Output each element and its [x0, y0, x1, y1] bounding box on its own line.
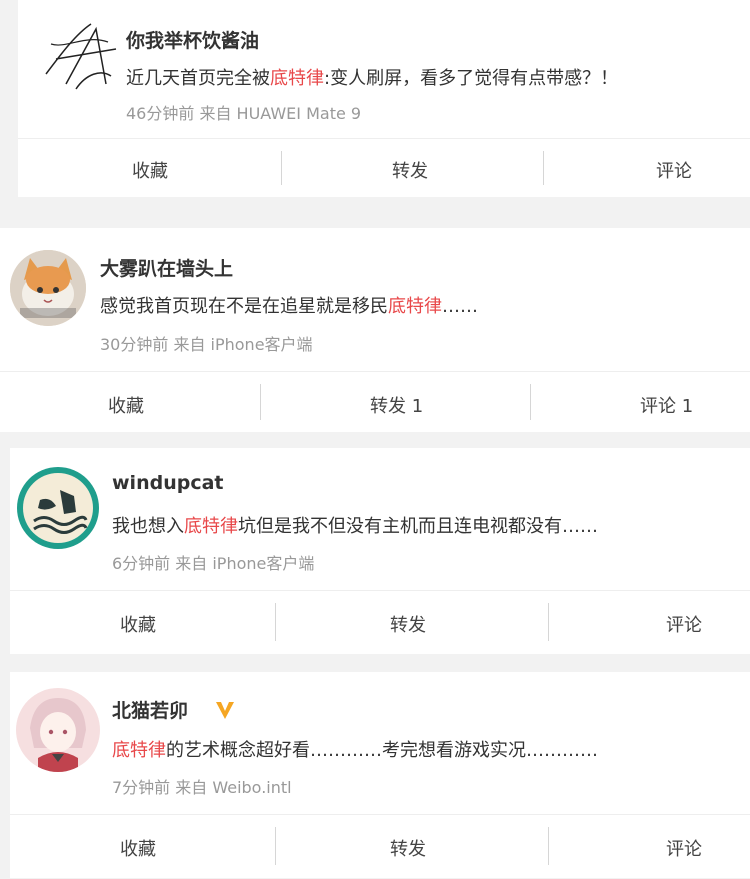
divider: [530, 384, 531, 420]
divider: [260, 384, 261, 420]
text-segment: 的艺术概念超好看…………考完想看游戏实况…………: [166, 740, 598, 761]
anime-girl-avatar-icon: [16, 688, 100, 772]
post-meta: 46分钟前 来自 HUAWEI Mate 9: [126, 104, 362, 123]
topic-link[interactable]: 底特律: [270, 68, 324, 89]
divider: [275, 603, 276, 641]
post-text: 底特律的艺术概念超好看…………考完想看游戏实况…………: [112, 736, 598, 762]
topic-link[interactable]: 底特律: [112, 740, 166, 761]
divider: [275, 827, 276, 865]
avatar[interactable]: [16, 688, 100, 772]
action-bar: 收藏 转发 评论: [10, 590, 750, 655]
text-segment: :变人刷屏，看多了觉得有点带感？！: [324, 68, 619, 89]
avatar[interactable]: [16, 466, 100, 550]
topic-link[interactable]: 底特律: [184, 516, 238, 537]
topic-link[interactable]: 底特律: [388, 296, 442, 317]
comment-button[interactable]: 评论: [656, 157, 692, 183]
forward-button[interactable]: 转发: [390, 611, 426, 637]
post-meta: 30分钟前 来自 iPhone客户端: [100, 335, 313, 354]
divider: [281, 151, 282, 185]
username[interactable]: 你我举杯饮酱油: [126, 26, 259, 53]
username[interactable]: 北猫若卯: [112, 696, 188, 723]
username[interactable]: windupcat: [112, 472, 224, 494]
comment-button[interactable]: 评论: [666, 611, 702, 637]
post-card: 北猫若卯 底特律的艺术概念超好看…………考完想看游戏实况………… 7分钟前 来自…: [10, 672, 750, 878]
cat-avatar-icon: [10, 250, 86, 326]
comment-button[interactable]: 评论: [666, 835, 702, 861]
verified-v-icon: [216, 702, 234, 719]
signature-avatar-icon: [45, 23, 117, 90]
forward-button[interactable]: 转发: [390, 835, 426, 861]
post-meta: 7分钟前 来自 Weibo.intl: [112, 778, 292, 797]
post-text: 我也想入底特律坑但是我不但没有主机而且连电视都没有……: [112, 512, 598, 538]
text-segment: 近几天首页完全被: [126, 68, 270, 89]
collect-button[interactable]: 收藏: [120, 835, 156, 861]
username[interactable]: 大雾趴在墙头上: [100, 254, 233, 281]
text-segment: 坑但是我不但没有主机而且连电视都没有……: [238, 516, 598, 537]
action-bar: 收藏 转发 评论: [18, 138, 750, 198]
forward-button[interactable]: 转发 1: [370, 392, 423, 418]
text-segment: 我也想入: [112, 516, 184, 537]
divider: [548, 827, 549, 865]
comment-button[interactable]: 评论 1: [640, 392, 693, 418]
post-text: 感觉我首页现在不是在追星就是移民底特律……: [100, 292, 478, 318]
post-meta: 6分钟前 来自 iPhone客户端: [112, 554, 315, 573]
hand-wave-avatar-icon: [17, 467, 99, 549]
action-bar: 收藏 转发 评论: [10, 814, 750, 879]
avatar[interactable]: [10, 250, 86, 326]
collect-button[interactable]: 收藏: [108, 392, 144, 418]
post-card: windupcat 我也想入底特律坑但是我不但没有主机而且连电视都没有…… 6分…: [10, 448, 750, 654]
text-segment: 感觉我首页现在不是在追星就是移民: [100, 296, 388, 317]
text-segment: ……: [442, 296, 478, 317]
avatar[interactable]: [36, 14, 122, 100]
post-text: 近几天首页完全被底特律:变人刷屏，看多了觉得有点带感？！: [126, 64, 618, 90]
post-card: 大雾趴在墙头上 感觉我首页现在不是在追星就是移民底特律…… 30分钟前 来自 i…: [0, 228, 750, 432]
collect-button[interactable]: 收藏: [132, 157, 168, 183]
action-bar: 收藏 转发 1 评论 1: [0, 371, 750, 433]
collect-button[interactable]: 收藏: [120, 611, 156, 637]
divider: [543, 151, 544, 185]
post-card: 你我举杯饮酱油 近几天首页完全被底特律:变人刷屏，看多了觉得有点带感？！ 46分…: [18, 0, 750, 197]
divider: [548, 603, 549, 641]
forward-button[interactable]: 转发: [392, 157, 428, 183]
